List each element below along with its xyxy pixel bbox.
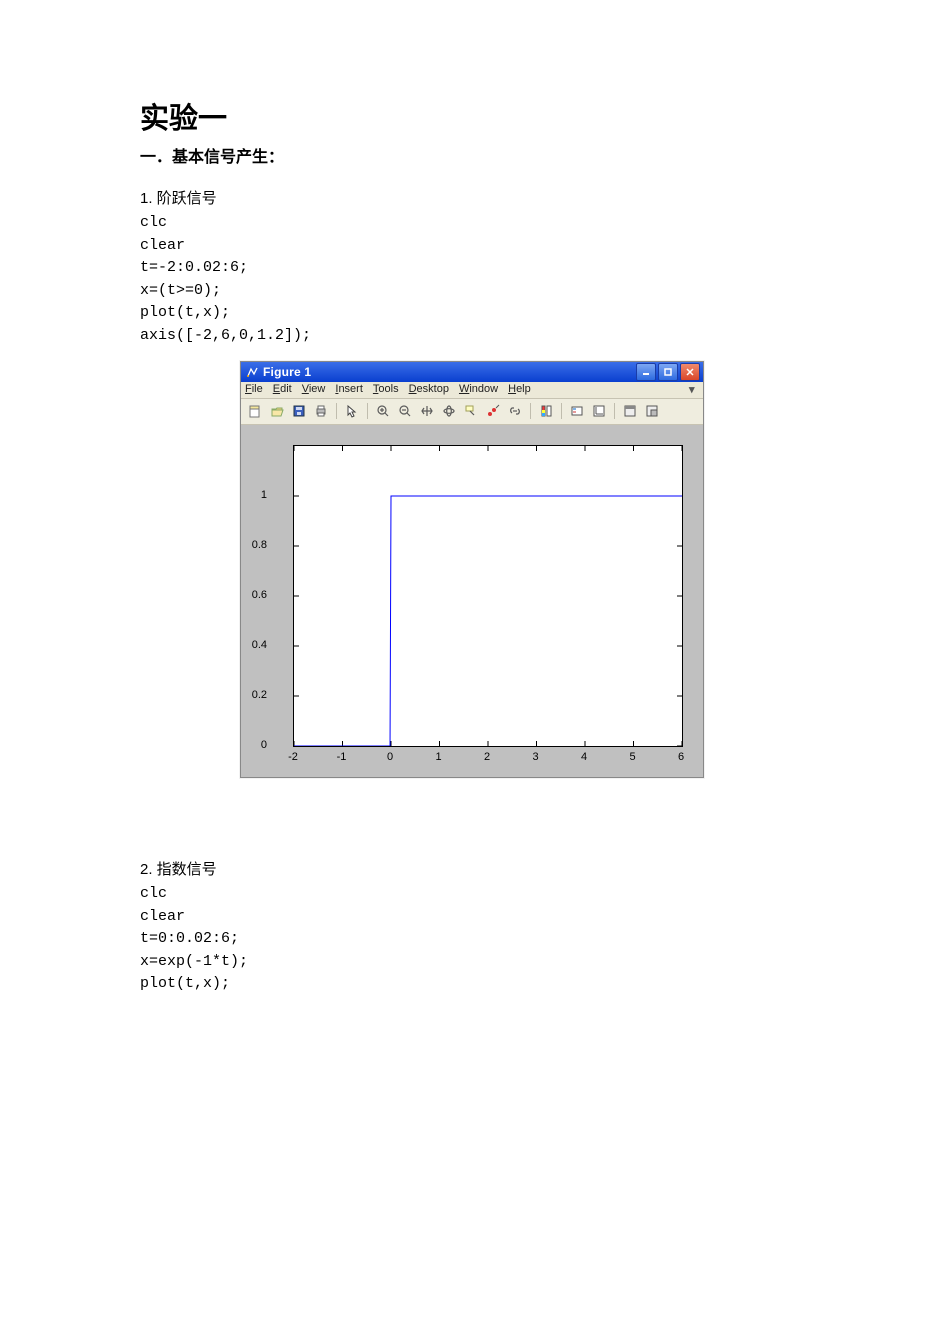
- code-block-1: clc clear t=-2:0.02:6; x=(t>=0); plot(t,…: [140, 212, 805, 347]
- axes: [293, 445, 683, 747]
- x-tick-label: 5: [629, 751, 635, 763]
- x-tick-label: 0: [387, 751, 393, 763]
- zoom-out-icon[interactable]: [395, 401, 415, 421]
- x-tick-label: 3: [532, 751, 538, 763]
- x-tick-label: 2: [484, 751, 490, 763]
- titlebar[interactable]: Figure 1: [241, 362, 703, 382]
- menubar: File Edit View Insert Tools Desktop Wind…: [241, 382, 703, 399]
- maximize-button[interactable]: [658, 363, 678, 381]
- x-tick-label: 4: [581, 751, 587, 763]
- y-tick-label: 0.2: [252, 689, 267, 701]
- page-title: 实验一: [140, 95, 805, 137]
- y-tick-label: 0.4: [252, 639, 267, 651]
- plot-area: 0 0.2 0.4 0.6 0.8 1 -2 -1 0 1 2 3 4 5 6: [241, 425, 703, 777]
- window-title: Figure 1: [263, 365, 636, 379]
- item1-heading: 1. 阶跃信号: [140, 187, 805, 208]
- new-figure-icon[interactable]: [245, 401, 265, 421]
- section-label: 一．基本信号产生：: [140, 143, 805, 167]
- y-tick-labels: 00.20.40.60.81: [241, 445, 271, 747]
- item2-heading: 2. 指数信号: [140, 858, 805, 879]
- minimize-button[interactable]: [636, 363, 656, 381]
- open-icon[interactable]: [267, 401, 287, 421]
- print-icon[interactable]: [311, 401, 331, 421]
- menu-insert[interactable]: Insert: [335, 383, 363, 396]
- y-tick-label: 0: [261, 739, 267, 751]
- zoom-in-icon[interactable]: [373, 401, 393, 421]
- legend-icon[interactable]: [567, 401, 587, 421]
- save-icon[interactable]: [289, 401, 309, 421]
- dock-icon[interactable]: [642, 401, 662, 421]
- x-tick-labels: -2-10123456: [293, 751, 683, 765]
- menu-file[interactable]: File: [245, 383, 263, 396]
- insert-axes-icon[interactable]: [589, 401, 609, 421]
- menubar-chevron-icon[interactable]: ▾: [689, 383, 699, 396]
- menu-window[interactable]: Window: [459, 383, 498, 396]
- close-button[interactable]: [680, 363, 700, 381]
- menu-help[interactable]: Help: [508, 383, 531, 396]
- toolbar: [241, 399, 703, 425]
- colorbar-icon[interactable]: [536, 401, 556, 421]
- pointer-icon[interactable]: [342, 401, 362, 421]
- brush-icon[interactable]: [483, 401, 503, 421]
- menu-edit[interactable]: Edit: [273, 383, 292, 396]
- x-tick-label: 6: [678, 751, 684, 763]
- matlab-icon: [245, 365, 259, 379]
- y-tick-label: 1: [261, 489, 267, 501]
- x-tick-label: -2: [288, 751, 298, 763]
- x-tick-label: -1: [337, 751, 347, 763]
- y-tick-label: 0.8: [252, 539, 267, 551]
- x-tick-label: 1: [435, 751, 441, 763]
- code-block-2: clc clear t=0:0.02:6; x=exp(-1*t); plot(…: [140, 883, 805, 996]
- menu-tools[interactable]: Tools: [373, 383, 399, 396]
- figure-window: Figure 1 File Edit View Insert Tools Des…: [240, 361, 704, 778]
- menu-desktop[interactable]: Desktop: [409, 383, 449, 396]
- y-tick-label: 0.6: [252, 589, 267, 601]
- data-cursor-icon[interactable]: [461, 401, 481, 421]
- menu-view[interactable]: View: [302, 383, 326, 396]
- link-plot-icon[interactable]: [505, 401, 525, 421]
- rotate-3d-icon[interactable]: [439, 401, 459, 421]
- hide-tools-icon[interactable]: [620, 401, 640, 421]
- pan-icon[interactable]: [417, 401, 437, 421]
